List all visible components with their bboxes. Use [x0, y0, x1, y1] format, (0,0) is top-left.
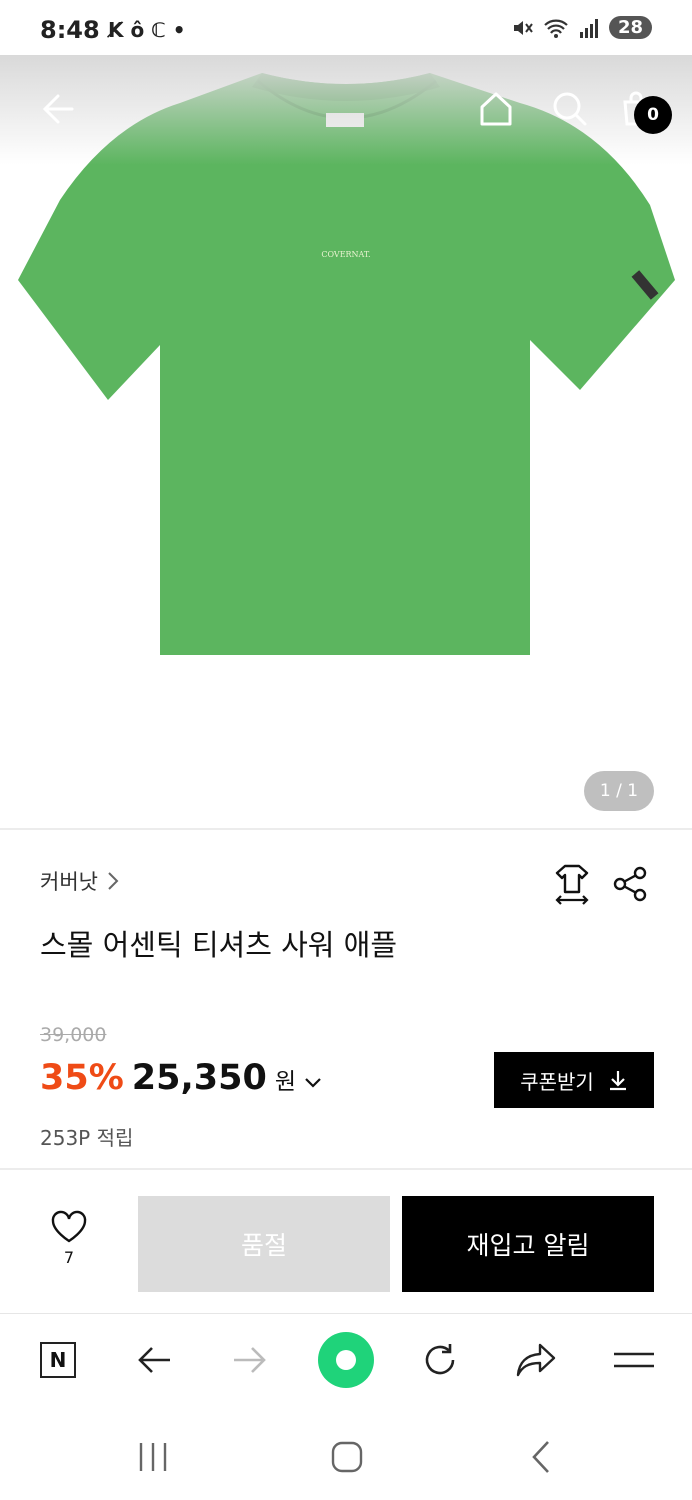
- size-guide-button[interactable]: [550, 862, 594, 906]
- browser-forward-button[interactable]: [224, 1334, 276, 1386]
- brand-name: 커버낫: [40, 870, 98, 894]
- home-square-icon: [331, 1441, 363, 1473]
- back-nav-button[interactable]: [516, 1435, 566, 1479]
- recent-apps-button[interactable]: [128, 1435, 178, 1479]
- notification-icons: K̸ ô ℂ •: [108, 18, 186, 42]
- refresh-button[interactable]: [414, 1334, 466, 1386]
- product-header: [0, 85, 692, 145]
- green-dot-button[interactable]: [318, 1332, 374, 1388]
- naver-home-button[interactable]: N: [32, 1334, 84, 1386]
- mute-icon: [513, 20, 533, 35]
- product-image: COVERNAT.: [18, 73, 675, 655]
- recent-apps-icon: [139, 1443, 167, 1471]
- status-time: 8:48: [40, 16, 100, 44]
- coupon-button[interactable]: 쿠폰받기: [494, 1052, 654, 1108]
- points-earn: 253P 적립: [40, 1126, 134, 1150]
- brand-link[interactable]: 커버낫: [40, 866, 120, 896]
- status-right: 28: [511, 16, 652, 39]
- chevron-down-icon[interactable]: [304, 1077, 322, 1089]
- home-icon: [480, 92, 512, 126]
- arrow-right-icon: [234, 1347, 266, 1373]
- home-button[interactable]: [472, 85, 520, 133]
- menu-icon: [614, 1352, 654, 1368]
- wifi-icon: [544, 19, 568, 38]
- sale-price: 25,350: [131, 1058, 267, 1098]
- naver-n-icon: N: [40, 1342, 76, 1378]
- original-price: 39,000: [40, 1024, 107, 1046]
- status-bar: 8:48 K̸ ô ℂ • 28: [0, 0, 692, 62]
- battery-badge: 28: [608, 16, 652, 39]
- browser-menu-button[interactable]: [608, 1334, 660, 1386]
- currency-label: 원: [274, 1069, 297, 1095]
- tshirt-size-icon: [555, 864, 589, 905]
- heart-icon: [51, 1210, 87, 1243]
- discount-rate: 35%: [40, 1058, 124, 1098]
- signal-icon: [579, 18, 598, 38]
- forward-share-icon: [516, 1343, 556, 1377]
- home-nav-button[interactable]: [322, 1435, 372, 1479]
- chest-logo: COVERNAT.: [321, 250, 370, 259]
- image-counter: 1 / 1: [584, 771, 654, 811]
- search-button[interactable]: [546, 85, 594, 133]
- product-title: 스몰 어센틱 티셔츠 사워 애플: [40, 928, 398, 962]
- browser-toolbar: N: [0, 1313, 692, 1406]
- like-count: 7: [63, 1248, 75, 1267]
- refresh-icon: [425, 1344, 455, 1375]
- arrow-left-icon: [138, 1347, 170, 1373]
- chevron-right-icon: [108, 872, 119, 890]
- share-icon: [613, 866, 647, 902]
- coupon-label: 쿠폰받기: [520, 1069, 594, 1094]
- search-icon: [553, 92, 587, 126]
- download-icon: [609, 1071, 626, 1091]
- share-button[interactable]: [608, 862, 652, 906]
- chevron-left-icon: [532, 1441, 549, 1473]
- share-page-button[interactable]: [510, 1334, 562, 1386]
- browser-back-button[interactable]: [128, 1334, 180, 1386]
- system-navigation-bar: [0, 1405, 692, 1500]
- green-dot-icon: [318, 1332, 374, 1388]
- restock-alert-button[interactable]: 재입고 알림: [402, 1196, 654, 1292]
- soldout-button[interactable]: 품절: [138, 1196, 390, 1292]
- arrow-left-icon: [42, 94, 74, 124]
- product-image-area[interactable]: COVERNAT. 0 1 / 1: [0, 55, 692, 830]
- back-button[interactable]: [34, 85, 82, 133]
- price-row: 35% 25,350 원: [40, 1058, 322, 1098]
- like-button[interactable]: 7: [40, 1210, 98, 1284]
- divider: [0, 828, 692, 830]
- cart-count-badge: 0: [634, 96, 672, 134]
